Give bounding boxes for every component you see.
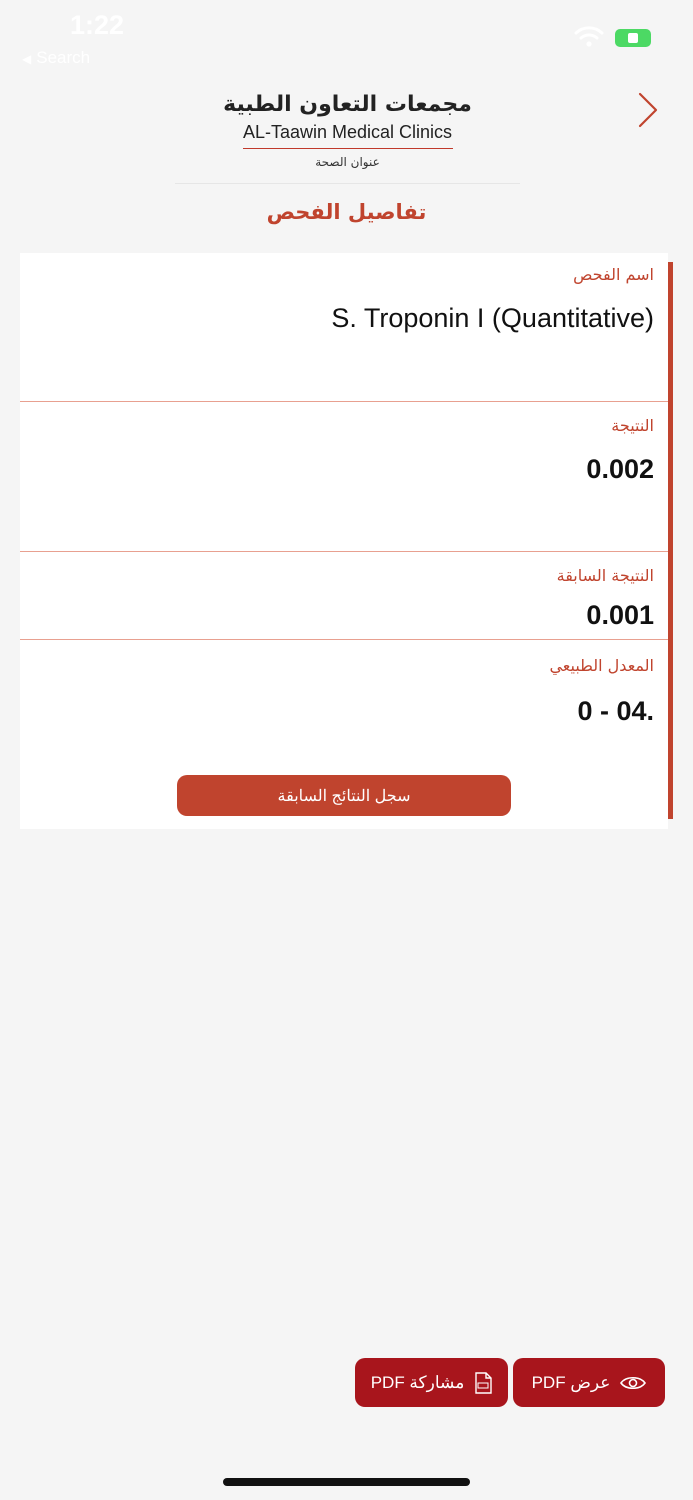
wifi-icon — [574, 26, 604, 47]
back-label: Search — [36, 48, 91, 67]
page-title: تفاصيل الفحص — [266, 200, 427, 224]
previous-result-section: النتيجة السابقة 0.001 — [20, 552, 668, 639]
result-section: النتيجة 0.002 — [20, 402, 668, 551]
logo-english-name: AL-Taawin Medical Clinics — [242, 122, 453, 142]
test-name-label: اسم الفحص — [573, 265, 654, 284]
test-name-value: S. Troponin I (Quantitative) — [331, 303, 654, 333]
view-pdf-label: عرض PDF — [531, 1372, 611, 1392]
card-accent-bar — [668, 262, 673, 819]
share-pdf-button[interactable]: مشاركة PDF — [355, 1358, 508, 1407]
back-to-search-link[interactable]: ◀ Search — [22, 48, 90, 68]
home-indicator[interactable] — [223, 1478, 470, 1486]
logo-underline — [242, 148, 453, 149]
view-pdf-button[interactable]: عرض PDF — [513, 1358, 665, 1407]
status-bar: 1:22 ◀ Search — [0, 0, 693, 80]
result-label: النتيجة — [611, 416, 654, 435]
previous-results-history-button[interactable]: سجل النتائج السابقة — [177, 775, 511, 816]
battery-icon — [615, 29, 651, 47]
test-details-card: اسم الفحص S. Troponin I (Quantitative) ا… — [20, 253, 668, 829]
pdf-file-icon — [475, 1371, 492, 1394]
logo-tagline: عنوان الصحة — [315, 155, 380, 169]
logo-arabic-name: مجمعات التعاون الطبية — [223, 92, 472, 117]
status-time: 1:22 — [70, 10, 125, 40]
header: مجمعات التعاون الطبية AL-Taawin Medical … — [0, 80, 693, 190]
header-divider — [175, 183, 520, 184]
test-name-section: اسم الفحص S. Troponin I (Quantitative) — [20, 253, 668, 401]
normal-range-label: المعدل الطبيعي — [549, 656, 654, 675]
back-triangle-icon: ◀ — [22, 52, 32, 66]
clinic-logo: مجمعات التعاون الطبية AL-Taawin Medical … — [175, 90, 520, 186]
normal-range-value: 0 - 04. — [577, 696, 654, 726]
result-value: 0.002 — [586, 454, 654, 484]
share-pdf-label: مشاركة PDF — [370, 1372, 465, 1392]
previous-result-label: النتيجة السابقة — [556, 566, 654, 585]
normal-range-section: المعدل الطبيعي 0 - 04. — [20, 640, 668, 760]
chevron-right-icon[interactable] — [632, 90, 662, 130]
eye-icon — [620, 1376, 647, 1389]
previous-result-value: 0.001 — [586, 600, 654, 630]
